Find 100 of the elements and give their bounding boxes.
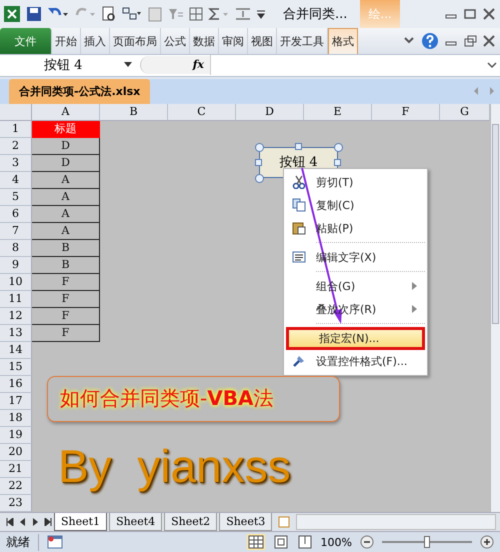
status-text: 就绪 bbox=[6, 534, 39, 550]
ribbon-tab[interactable]: 公式 bbox=[161, 28, 190, 54]
row-header[interactable]: 18 bbox=[0, 410, 32, 427]
table-cell: A bbox=[32, 222, 100, 240]
zoom-in-icon[interactable] bbox=[480, 535, 494, 549]
table-cell: A bbox=[32, 206, 100, 223]
row-header[interactable]: 3 bbox=[0, 154, 32, 172]
text-box-icon bbox=[292, 251, 306, 264]
row-header[interactable]: 6 bbox=[0, 206, 32, 223]
row-header[interactable]: 8 bbox=[0, 240, 32, 257]
page-layout-icon[interactable] bbox=[272, 534, 289, 550]
row-header[interactable]: 2 bbox=[0, 138, 32, 155]
insert-function-button[interactable]: fx bbox=[140, 56, 210, 74]
row-header[interactable]: 10 bbox=[0, 274, 32, 291]
print-preview-icon[interactable] bbox=[101, 6, 117, 22]
row-header[interactable]: 19 bbox=[0, 426, 32, 444]
row-header[interactable]: 17 bbox=[0, 392, 32, 410]
workbook-tab[interactable]: 合并同类项-公式法.xlsx bbox=[9, 78, 150, 104]
column-header[interactable]: C bbox=[168, 104, 236, 121]
table-cell: F bbox=[32, 308, 100, 325]
layout-icon[interactable] bbox=[122, 6, 142, 22]
horizontal-scrollbar[interactable] bbox=[296, 514, 496, 530]
table-cell: F bbox=[32, 274, 100, 291]
row-header[interactable]: 23 bbox=[0, 494, 32, 512]
next-sheet-icon[interactable] bbox=[32, 518, 38, 526]
context-tab-title: 绘... bbox=[360, 0, 400, 28]
zoom-out-icon[interactable] bbox=[360, 535, 374, 549]
record-macro-icon[interactable] bbox=[47, 535, 63, 549]
copy-icon bbox=[292, 198, 306, 212]
row-header[interactable]: 7 bbox=[0, 222, 32, 240]
table-cell: A bbox=[32, 172, 100, 189]
sheet-tab[interactable]: Sheet1 bbox=[54, 512, 108, 531]
expand-caret-icon[interactable] bbox=[486, 60, 498, 70]
ribbon-tab[interactable]: 视图 bbox=[248, 28, 277, 54]
ribbon-tab[interactable]: 文件 bbox=[0, 28, 52, 54]
insert-sheet-icon[interactable] bbox=[278, 516, 290, 528]
row-header[interactable]: 5 bbox=[0, 188, 32, 206]
column-header[interactable]: F bbox=[372, 104, 440, 121]
table-cell: F bbox=[32, 324, 100, 342]
last-sheet-icon[interactable] bbox=[44, 518, 52, 526]
spreadsheet-logo-icon bbox=[3, 5, 21, 23]
table-cell: B bbox=[32, 256, 100, 274]
close-icon[interactable] bbox=[482, 8, 496, 20]
table-cell: D bbox=[32, 138, 100, 155]
row-header[interactable]: 14 bbox=[0, 342, 32, 359]
dropdown-caret-icon bbox=[124, 62, 132, 68]
sheet-tab[interactable]: Sheet2 bbox=[164, 512, 218, 531]
close-icon[interactable] bbox=[482, 35, 496, 47]
normal-view-icon[interactable] bbox=[246, 534, 265, 550]
paste-icon bbox=[292, 221, 306, 236]
ribbon-tab[interactable]: 格式 bbox=[328, 28, 358, 54]
first-sheet-icon[interactable] bbox=[6, 518, 14, 526]
title-banner: 如何合并同类项-VBA法 bbox=[47, 376, 340, 422]
menu-item[interactable]: 复制(C) bbox=[286, 194, 425, 217]
row-header[interactable]: 16 bbox=[0, 376, 32, 393]
page-break-icon[interactable] bbox=[296, 534, 313, 550]
save-icon[interactable] bbox=[26, 6, 42, 22]
column-header[interactable]: E bbox=[304, 104, 372, 121]
ribbon-tab[interactable]: 数据 bbox=[190, 28, 219, 54]
row-header[interactable]: 22 bbox=[0, 478, 32, 495]
row-header[interactable]: 13 bbox=[0, 324, 32, 342]
row-header[interactable]: 4 bbox=[0, 172, 32, 189]
row-header[interactable]: 20 bbox=[0, 444, 32, 461]
table-cell: F bbox=[32, 290, 100, 308]
window-title: 合并同类... bbox=[283, 6, 348, 23]
submenu-arrow-icon bbox=[412, 282, 417, 290]
ribbon-tab[interactable]: 审阅 bbox=[219, 28, 248, 54]
row-header[interactable]: 15 bbox=[0, 358, 32, 376]
row-header[interactable]: 12 bbox=[0, 308, 32, 325]
format-control-icon bbox=[292, 354, 306, 368]
borders-icon[interactable] bbox=[189, 7, 203, 21]
ribbon-tab[interactable]: 页面布局 bbox=[110, 28, 161, 54]
vertical-scrollbar[interactable] bbox=[490, 104, 500, 512]
ribbon-tab[interactable]: 插入 bbox=[81, 28, 110, 54]
zoom-level[interactable]: 100% bbox=[320, 536, 352, 548]
submenu-arrow-icon bbox=[412, 305, 417, 314]
sheet-tab[interactable]: Sheet3 bbox=[219, 512, 272, 531]
table-cell: A bbox=[32, 188, 100, 206]
table-cell: 标题 bbox=[32, 120, 100, 138]
row-header[interactable]: 21 bbox=[0, 460, 32, 478]
sum-icon[interactable] bbox=[208, 7, 230, 21]
menu-item[interactable]: 指定宏(N)... bbox=[286, 326, 425, 350]
table-cell: B bbox=[32, 240, 100, 257]
menu-item[interactable]: 设置控件格式(F)... bbox=[286, 350, 425, 373]
row-header[interactable]: 11 bbox=[0, 290, 32, 308]
column-header[interactable]: B bbox=[100, 104, 168, 121]
scissors-icon bbox=[292, 175, 306, 190]
align-icon[interactable] bbox=[235, 7, 251, 21]
prev-sheet-icon[interactable] bbox=[20, 518, 26, 526]
ribbon-tab[interactable]: 开始 bbox=[52, 28, 81, 54]
maximize-icon[interactable] bbox=[463, 8, 477, 20]
name-box[interactable]: 按钮 4 bbox=[0, 55, 140, 76]
help-icon[interactable] bbox=[421, 32, 439, 50]
slider-thumb[interactable] bbox=[424, 536, 430, 548]
row-header[interactable]: 9 bbox=[0, 256, 32, 274]
scrollbar-thumb[interactable] bbox=[492, 124, 499, 324]
restore-icon[interactable] bbox=[463, 35, 477, 47]
sheet-tab[interactable]: Sheet4 bbox=[109, 512, 162, 531]
column-header[interactable]: D bbox=[236, 104, 304, 121]
row-header[interactable]: 1 bbox=[0, 120, 32, 138]
